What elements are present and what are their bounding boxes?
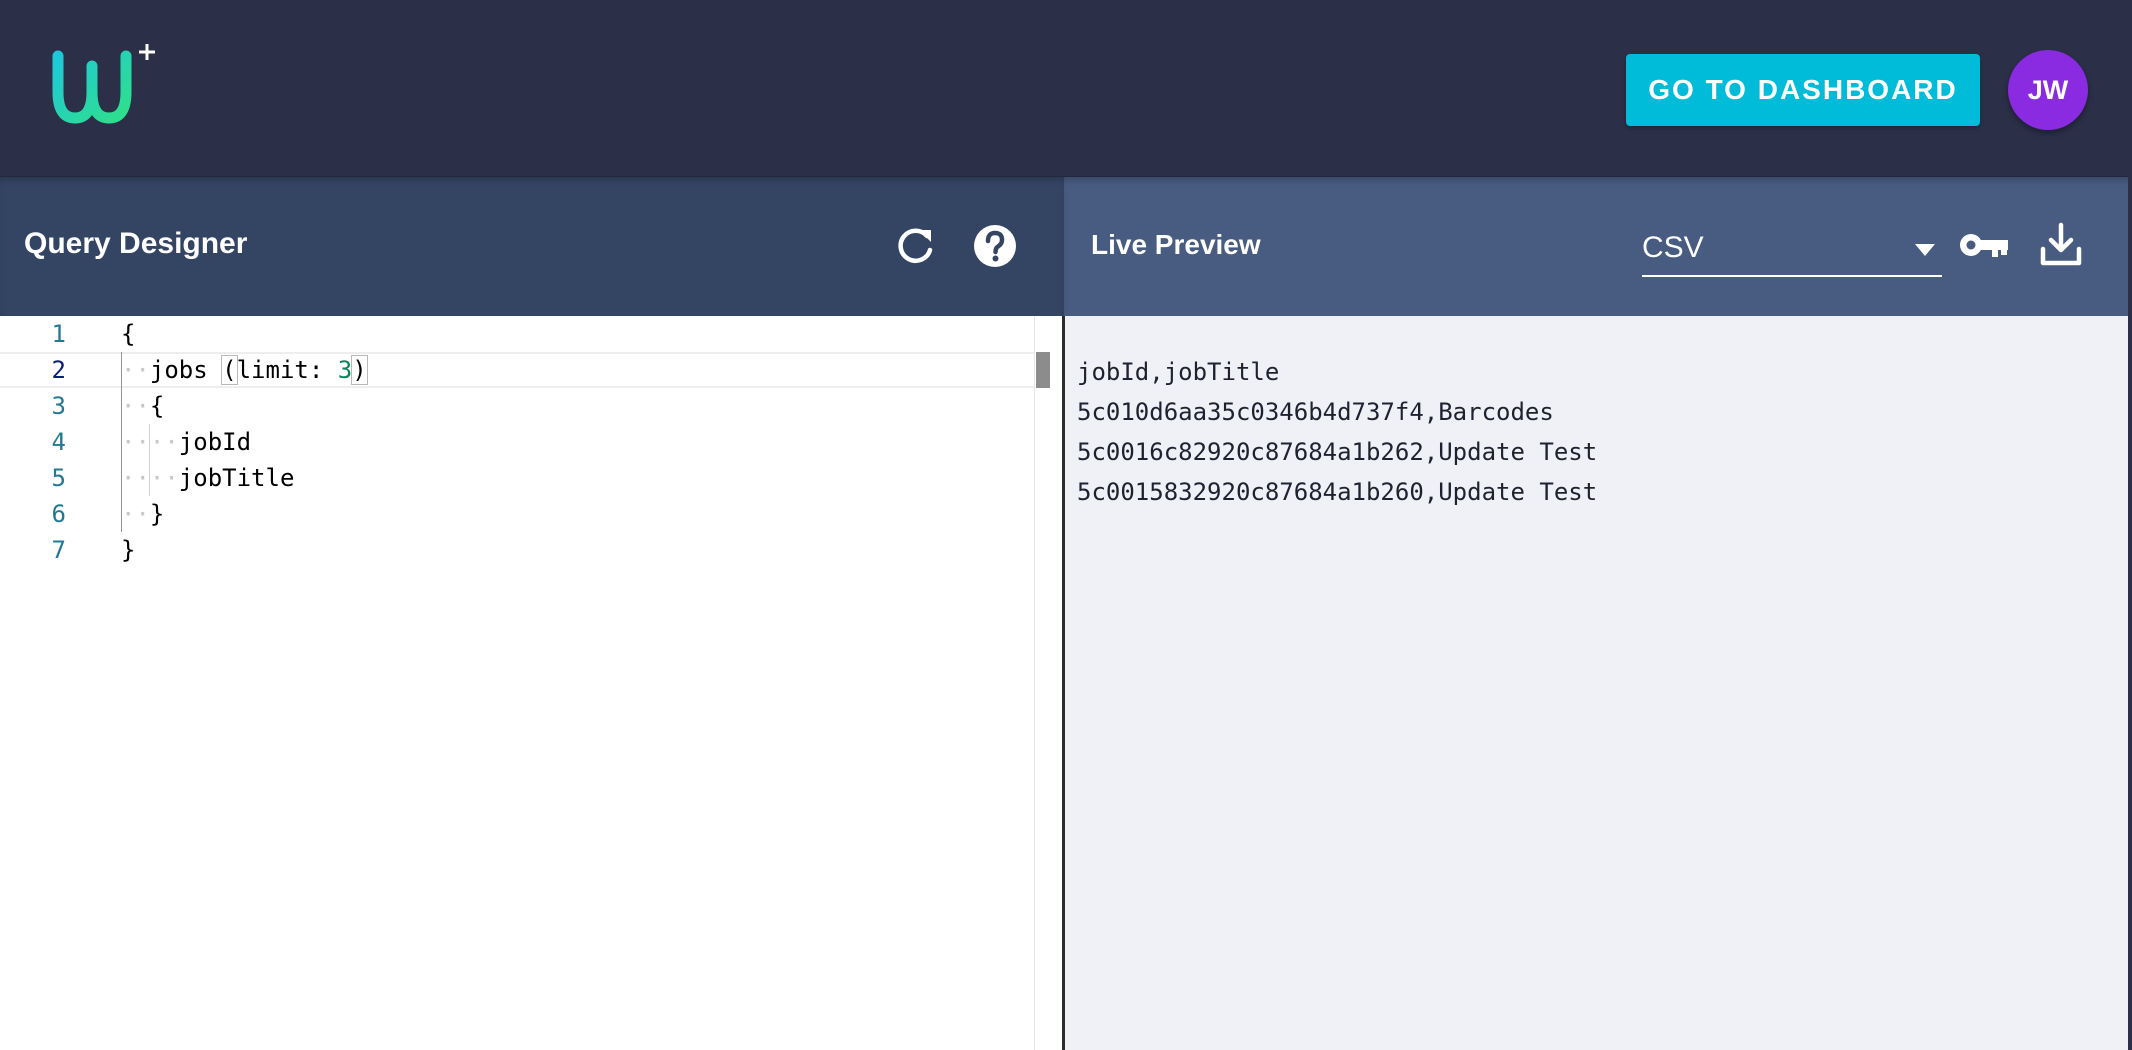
indent-guide [121,352,122,532]
w-plus-logo[interactable] [52,42,162,132]
live-preview-output: jobId,jobTitle 5c010d6aa35c0346b4d737f4,… [1065,316,2132,1050]
window-edge [2128,0,2132,1050]
code-number: 3 [337,356,353,384]
line-number: 4 [51,428,66,456]
line-number: 6 [51,500,66,528]
live-preview-header: Live Preview CSV [1064,177,2132,316]
query-designer-title: Query Designer [24,227,248,260]
download-icon[interactable] [2039,221,2083,269]
csv-line: 5c0015832920c87684a1b260,Update Test [1077,478,1598,506]
code-text-jobs: jobs [149,356,223,384]
format-select-value: CSV [1642,231,1704,264]
line-number: 2 [51,356,66,384]
code-text: ··{ [121,392,165,420]
csv-line: 5c010d6aa35c0346b4d737f4,Barcodes [1077,398,1554,426]
csv-line: 5c0016c82920c87684a1b262,Update Test [1077,438,1598,466]
code-text: } [121,536,136,564]
help-icon[interactable] [971,222,1019,270]
code-line[interactable]: 6 ··} [0,496,1034,532]
chevron-down-icon [1915,244,1935,256]
key-icon[interactable] [1958,225,2010,265]
query-designer-header: Query Designer [0,177,1064,316]
code-text: ····jobTitle [121,464,295,492]
code-text-paren: ( [221,355,238,385]
indent-guide [149,424,150,496]
line-number: 7 [51,536,66,564]
code-text: ····jobId [121,428,252,456]
line-number: 3 [51,392,66,420]
line-number: 5 [51,464,66,492]
code-line[interactable]: 4 ····jobId [0,424,1034,460]
editor-scrollbar[interactable] [1034,316,1064,1050]
scrollbar-thumb[interactable] [1036,352,1050,388]
live-preview-title: Live Preview [1091,229,1261,260]
code-line[interactable]: 3 ··{ [0,388,1034,424]
line-number: 1 [51,320,66,348]
code-line[interactable]: 1 { [0,316,1034,352]
code-text: ··jobs (limit: 3) [121,355,368,385]
go-to-dashboard-button[interactable]: GO TO DASHBOARD [1626,54,1980,126]
code-text-paren: ) [351,355,368,385]
code-line[interactable]: 7 } [0,532,1034,568]
code-text: ··} [121,500,165,528]
user-avatar[interactable]: JW [2008,50,2088,130]
code-text: { [121,320,136,348]
code-line[interactable]: 5 ····jobTitle [0,460,1034,496]
format-select[interactable]: CSV [1642,227,1942,277]
code-line-active[interactable]: 2 ··jobs (limit: 3) [0,352,1034,388]
refresh-icon[interactable] [891,222,939,270]
code-text-arg: limit: [236,356,338,384]
csv-line: jobId,jobTitle [1077,358,1280,386]
app-header: GO TO DASHBOARD JW [0,0,2132,177]
query-editor[interactable]: 1 { 2 ··jobs (limit: 3) 3 ··{ 4 ····jobI… [0,316,1034,1050]
